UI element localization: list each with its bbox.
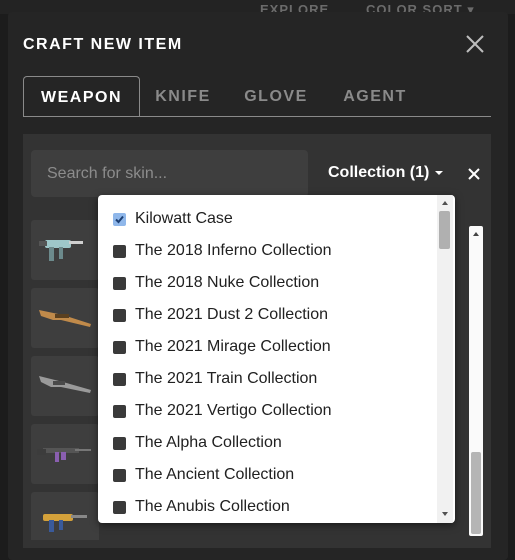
collection-dropdown: Kilowatt Case The 2018 Inferno Collectio…: [98, 195, 455, 523]
scrollbar-thumb[interactable]: [471, 452, 481, 534]
collection-option[interactable]: The 2021 Dust 2 Collection: [98, 299, 438, 331]
weapon-card[interactable]: [31, 288, 99, 348]
tab-weapon[interactable]: WEAPON: [23, 76, 140, 117]
tabs-divider: [23, 116, 491, 117]
checkbox[interactable]: [113, 501, 126, 514]
collection-option-label: The 2021 Dust 2 Collection: [135, 306, 328, 323]
checkbox[interactable]: [113, 309, 126, 322]
smg-skin-icon: [39, 240, 83, 261]
collection-option[interactable]: The 2021 Mirage Collection: [98, 331, 438, 363]
tab-glove[interactable]: GLOVE: [235, 76, 317, 117]
clear-filter-button[interactable]: [466, 166, 482, 182]
checkbox[interactable]: [113, 245, 126, 258]
collection-option[interactable]: The Ancient Collection: [98, 459, 438, 491]
collection-option-label: The Ancient Collection: [135, 466, 295, 483]
weapon-card[interactable]: [31, 356, 99, 416]
checkbox[interactable]: [113, 277, 126, 290]
close-modal-button[interactable]: [464, 33, 486, 55]
shotgun-skin-icon: [39, 310, 91, 327]
dropdown-scrollbar[interactable]: [437, 195, 453, 523]
collection-option[interactable]: The Anubis Collection: [98, 491, 438, 523]
craft-item-modal: CRAFT NEW ITEM WEAPON KNIFE GLOVE AGENT …: [8, 12, 508, 560]
collection-option-label: The Alpha Collection: [135, 434, 282, 451]
collection-option[interactable]: Kilowatt Case: [98, 203, 438, 235]
weapon-card[interactable]: [31, 220, 99, 280]
collection-option[interactable]: The 2021 Vertigo Collection: [98, 395, 438, 427]
smg-skin-icon: [43, 514, 87, 532]
checkbox[interactable]: [113, 469, 126, 482]
skin-list-scrollbar[interactable]: [469, 226, 483, 536]
item-type-tabs: WEAPON KNIFE GLOVE AGENT: [23, 76, 493, 117]
modal-title: CRAFT NEW ITEM: [23, 36, 183, 53]
collection-option[interactable]: The 2018 Nuke Collection: [98, 267, 438, 299]
collection-option[interactable]: The 2021 Train Collection: [98, 363, 438, 395]
weapon-card[interactable]: [31, 424, 99, 484]
checkbox[interactable]: [113, 373, 126, 386]
checkbox[interactable]: [113, 437, 126, 450]
weapon-card[interactable]: [31, 492, 99, 540]
collection-option-label: The 2018 Nuke Collection: [135, 274, 320, 291]
tab-agent[interactable]: AGENT: [335, 76, 415, 117]
scrollbar-thumb[interactable]: [439, 211, 450, 249]
collection-option[interactable]: The Alpha Collection: [98, 427, 438, 459]
collection-filter-label: Collection (1): [328, 164, 430, 181]
collection-option-label: The 2021 Train Collection: [135, 370, 318, 387]
caret-down-icon: [435, 170, 444, 175]
scroll-down-icon: [442, 512, 448, 516]
scroll-up-icon: [442, 201, 448, 205]
checkbox[interactable]: [113, 341, 126, 354]
tab-knife[interactable]: KNIFE: [147, 76, 219, 117]
collection-option-label: Kilowatt Case: [135, 210, 233, 227]
skin-search-input[interactable]: [31, 150, 308, 197]
collection-option[interactable]: The 2018 Inferno Collection: [98, 235, 438, 267]
scroll-up-icon: [473, 232, 479, 236]
collection-filter-button[interactable]: Collection (1): [328, 164, 444, 186]
shotgun-skin-icon: [39, 376, 91, 393]
checkbox[interactable]: [113, 405, 126, 418]
close-icon: [466, 35, 484, 53]
rifle-skin-icon: [37, 448, 91, 462]
close-icon: [468, 168, 480, 180]
collection-option-label: The 2021 Mirage Collection: [135, 338, 331, 355]
collection-option-label: The 2018 Inferno Collection: [135, 242, 332, 259]
checkmark-icon: [115, 215, 124, 224]
checkbox-checked[interactable]: [113, 213, 126, 226]
collection-option-label: The 2021 Vertigo Collection: [135, 402, 332, 419]
collection-option-label: The Anubis Collection: [135, 498, 290, 515]
